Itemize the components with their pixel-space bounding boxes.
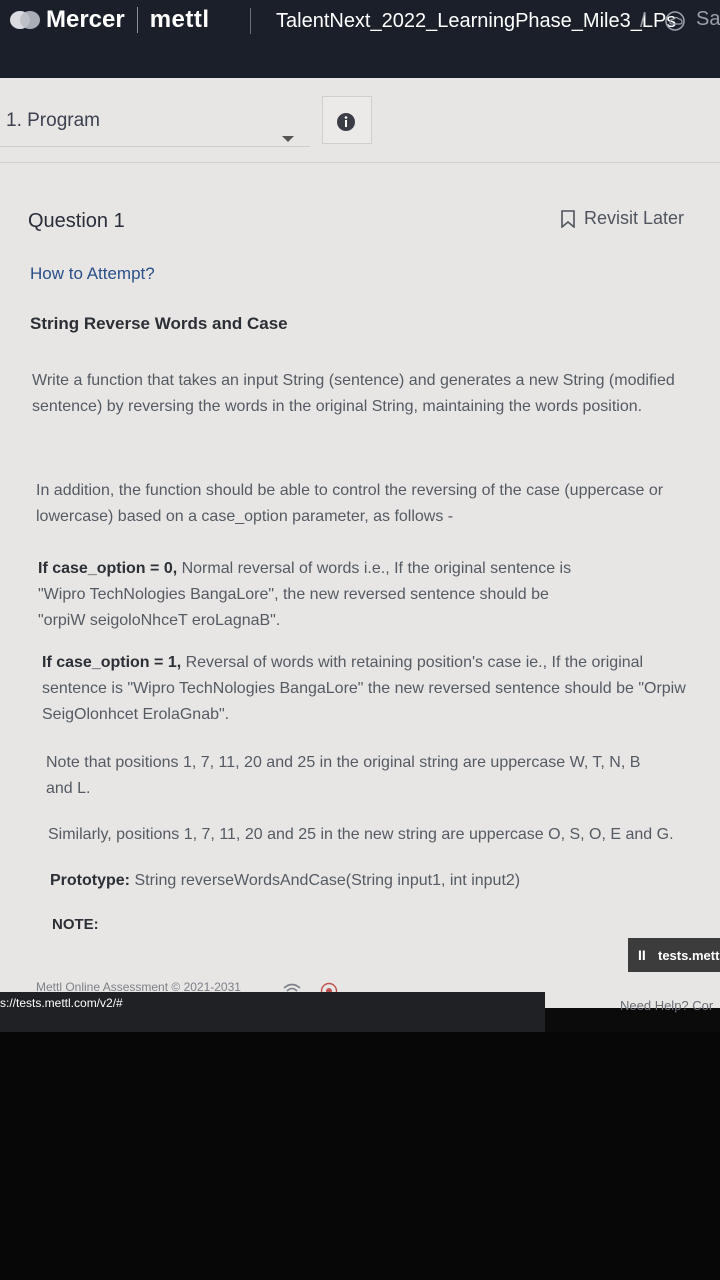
question-selector[interactable]: 1. Program bbox=[0, 96, 310, 147]
case-option-0-paragraph: If case_option = 0, Normal reversal of w… bbox=[38, 556, 598, 634]
revisit-later-label: Revisit Later bbox=[584, 208, 685, 228]
status-url-text: s://tests.mettl.com/v2/# bbox=[0, 996, 123, 1010]
screen-share-label: tests.mett bbox=[658, 948, 720, 963]
how-to-attempt-link[interactable]: How to Attempt? bbox=[30, 264, 155, 284]
problem-paragraph-1: Write a function that takes an input Str… bbox=[32, 372, 675, 415]
prototype-label: Prototype: bbox=[50, 872, 130, 889]
top-header: Mercer mettl TalentNext_2022_LearningPha… bbox=[0, 0, 720, 78]
note-heading: NOTE: bbox=[52, 916, 99, 933]
chevron-down-icon bbox=[282, 136, 294, 142]
cloud-icon bbox=[665, 11, 685, 31]
problem-title: String Reverse Words and Case bbox=[30, 314, 288, 333]
case-option-1-label: If case_option = 1, bbox=[42, 654, 182, 671]
note-paragraph: Note that positions 1, 7, 11, 20 and 25 … bbox=[46, 754, 641, 797]
question-title: Question 1 bbox=[28, 210, 125, 232]
status-bar-url: s://tests.mettl.com/v2/# bbox=[0, 992, 545, 1032]
case-option-1-paragraph: If case_option = 1, Reversal of words wi… bbox=[42, 650, 692, 728]
brand: Mercer mettl bbox=[8, 6, 210, 34]
mercer-logo-icon bbox=[10, 11, 40, 29]
screen-share-badge[interactable]: II tests.mett bbox=[628, 938, 720, 972]
similarly-paragraph: Similarly, positions 1, 7, 11, 20 and 25… bbox=[48, 826, 674, 843]
prototype-paragraph: Prototype: String reverseWordsAndCase(St… bbox=[50, 868, 650, 894]
prototype-signature: String reverseWordsAndCase(String input1… bbox=[130, 872, 521, 889]
question-selector-label: 1. Program bbox=[6, 110, 100, 131]
bookmark-icon bbox=[561, 209, 575, 228]
need-help-link[interactable]: Need Help? Cor bbox=[620, 998, 713, 1013]
screen-bezel bbox=[0, 1032, 720, 1280]
pause-icon: II bbox=[638, 947, 646, 963]
question-page: 1. Program Question 1 Revisit Later How … bbox=[0, 78, 720, 1008]
brand-name: Mercer bbox=[46, 6, 125, 33]
problem-paragraph-2: In addition, the function should be able… bbox=[36, 482, 664, 525]
revisit-later-button[interactable]: Revisit Later bbox=[560, 208, 684, 229]
brand-divider bbox=[136, 7, 138, 33]
breadcrumb-tail: Sa bbox=[696, 8, 720, 30]
case-option-0-label: If case_option = 0, bbox=[38, 560, 178, 577]
divider bbox=[0, 162, 720, 163]
breadcrumb-separator: / bbox=[640, 10, 646, 32]
mettl-logo: mettl bbox=[149, 6, 210, 33]
test-title: TalentNext_2022_LearningPhase_Mile3_LPs bbox=[276, 10, 677, 32]
info-icon bbox=[337, 113, 355, 131]
header-divider bbox=[250, 8, 251, 34]
